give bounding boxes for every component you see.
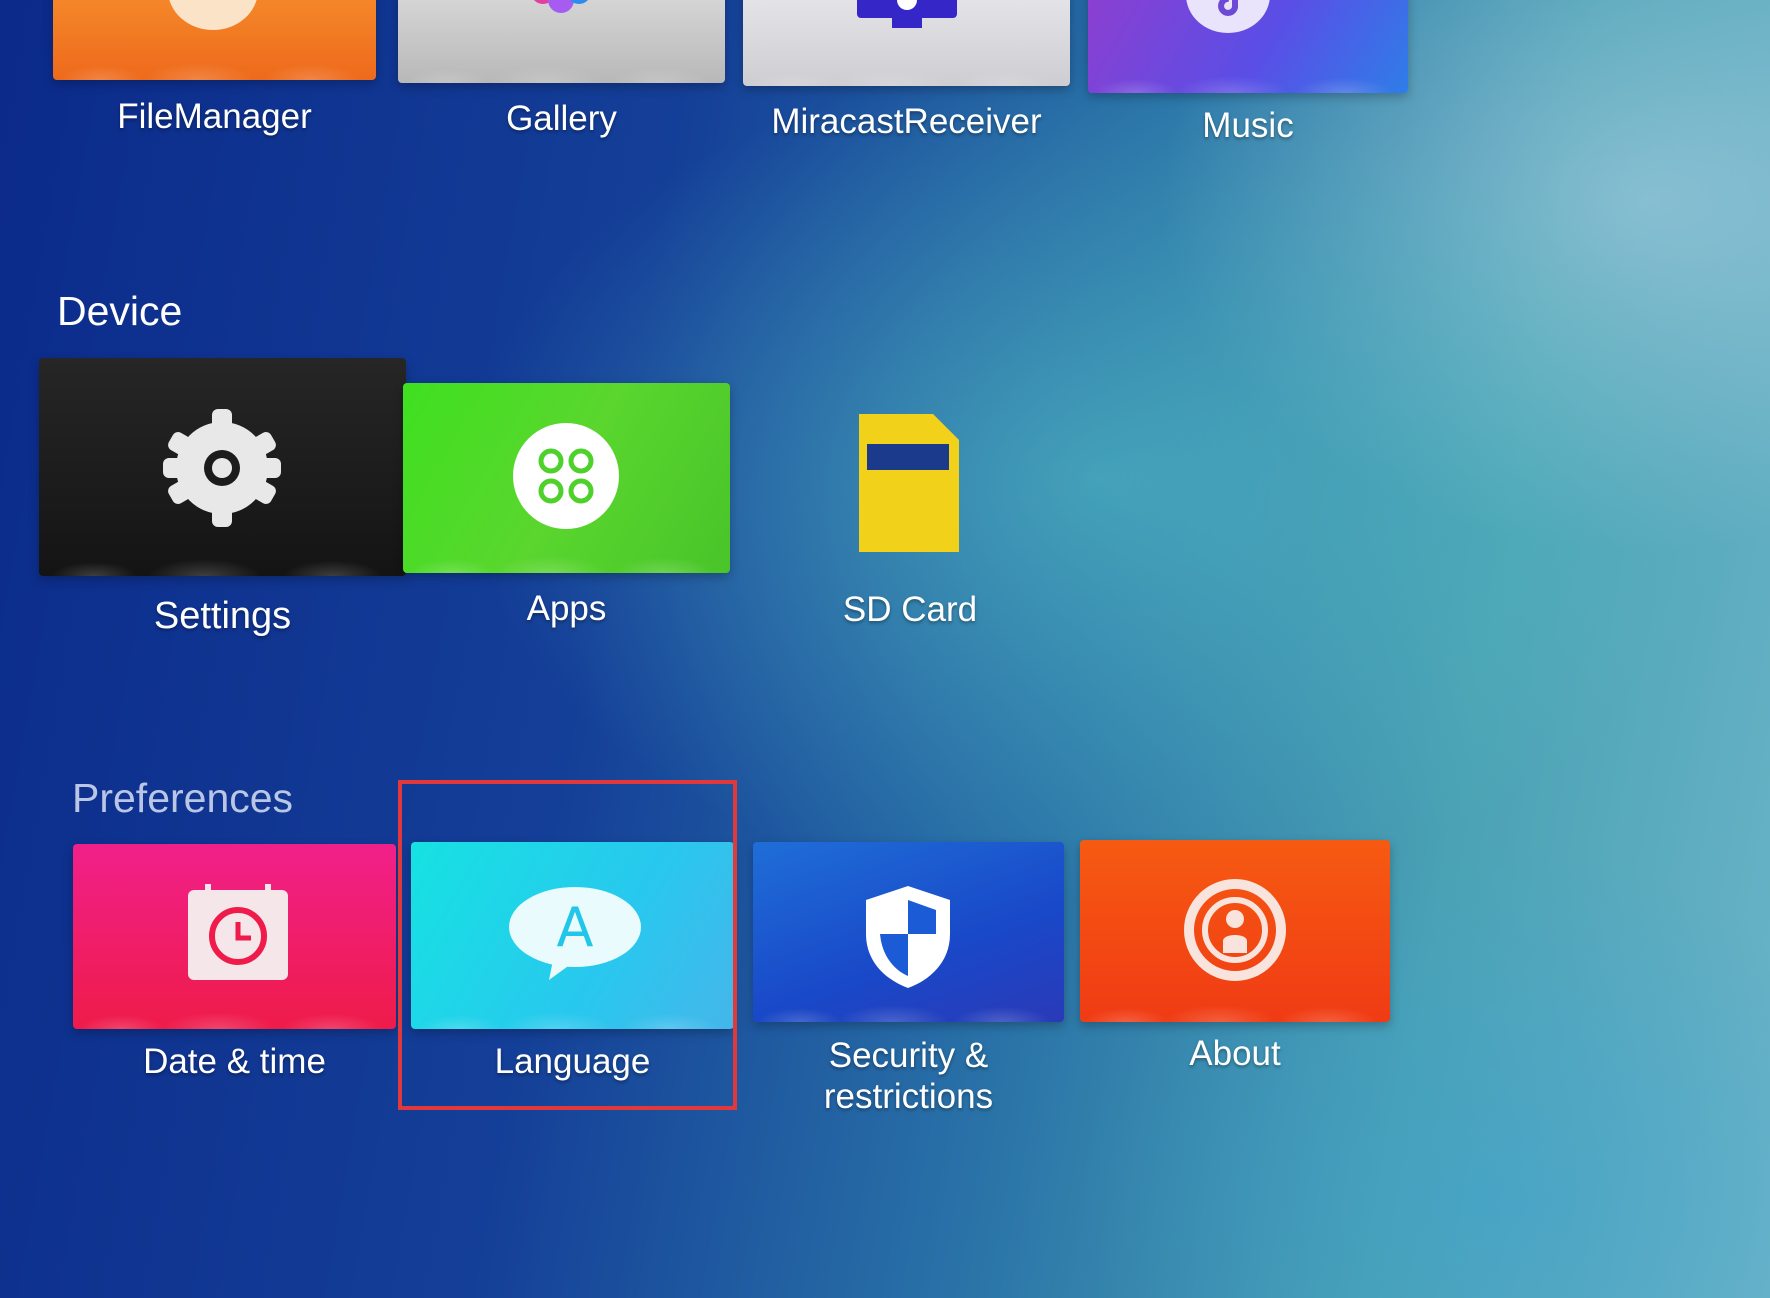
about-label: About (1189, 1034, 1281, 1073)
apps-grid-icon (403, 383, 730, 573)
person-info-icon (1080, 840, 1390, 1022)
miracast-label: MiracastReceiver (771, 102, 1042, 141)
sd-card-tile[interactable] (843, 400, 968, 560)
apps-label: Apps (526, 589, 607, 628)
security-label-line2: restrictions (823, 1077, 994, 1116)
selection-highlight (398, 780, 737, 1110)
monitor-icon (743, 0, 1070, 86)
date-time-tile[interactable] (73, 844, 396, 1029)
settings-tile[interactable] (39, 358, 406, 576)
music-label: Music (1202, 106, 1294, 145)
about-tile[interactable] (1080, 840, 1390, 1022)
gear-icon (39, 358, 406, 576)
date-time-label: Date & time (143, 1042, 326, 1081)
settings-label: Settings (153, 595, 292, 637)
security-tile[interactable] (753, 842, 1064, 1022)
sd-card-label: SD Card (842, 590, 978, 629)
music-tile[interactable] (1088, 0, 1408, 93)
filemanager-tile[interactable] (53, 0, 376, 80)
folder-icon (53, 0, 376, 80)
filemanager-label: FileManager (117, 97, 312, 136)
shield-icon (753, 842, 1064, 1022)
gallery-label: Gallery (506, 99, 617, 138)
gallery-tile[interactable] (398, 0, 725, 83)
security-label-line1: Security & (828, 1036, 989, 1075)
calendar-clock-icon (73, 844, 396, 1029)
device-section-title: Device (57, 288, 183, 334)
miracast-tile[interactable] (743, 0, 1070, 86)
flower-icon (398, 0, 725, 83)
apps-tile[interactable] (403, 383, 730, 573)
preferences-section-title: Preferences (72, 775, 294, 821)
music-note-icon (1088, 0, 1408, 93)
sd-card-icon (843, 400, 968, 560)
